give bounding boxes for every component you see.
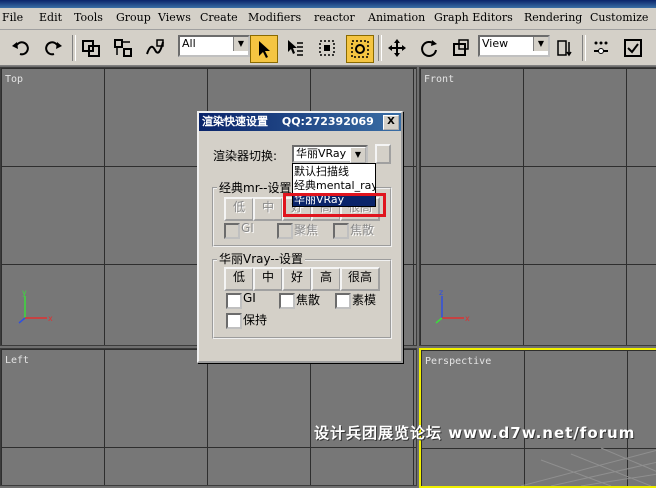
reference-coordinate-dropdown[interactable]: View ▼ xyxy=(478,35,550,57)
classic-gi-checkbox[interactable] xyxy=(224,223,240,239)
vray-clay-checkbox[interactable] xyxy=(335,293,351,309)
viewport-label[interactable]: Perspective xyxy=(425,356,491,367)
toolbar-separator xyxy=(72,35,76,61)
svg-text:y: y xyxy=(22,288,27,297)
main-toolbar: All ▼ View ▼ xyxy=(0,30,656,66)
dropdown-option-scanline[interactable]: 默认扫描线 xyxy=(293,165,375,178)
classic-quality-medium-button[interactable]: 中 xyxy=(253,197,283,221)
renderer-switch-label: 渲染器切换: xyxy=(213,149,278,163)
menu-tools[interactable]: Tools xyxy=(74,11,103,24)
vray-quality-high-button[interactable]: 高 xyxy=(311,267,341,291)
menu-animation[interactable]: Animation xyxy=(368,11,425,24)
selection-filter-dropdown[interactable]: All ▼ xyxy=(178,35,250,57)
menu-customize[interactable]: Customize xyxy=(590,11,648,24)
select-object-icon[interactable] xyxy=(250,35,278,63)
toolbar-separator xyxy=(582,35,586,61)
axis-tripod-icon: z x xyxy=(435,288,470,324)
viewport-label[interactable]: Left xyxy=(5,355,29,366)
menu-bar: File Edit Tools Group Views Create Modif… xyxy=(0,8,656,30)
move-icon[interactable] xyxy=(384,35,410,61)
vray-clay-label: 素模 xyxy=(352,293,377,307)
menu-create[interactable]: Create xyxy=(200,11,238,24)
vray-keep-label: 保持 xyxy=(243,313,268,327)
dialog-title-bar[interactable]: 渲染快速设置 QQ:272392069 xyxy=(199,113,401,131)
unlink-selection-icon[interactable] xyxy=(110,35,136,61)
highlight-annotation-box xyxy=(283,193,386,217)
perspective-grid xyxy=(521,447,656,486)
vray-keep-checkbox[interactable] xyxy=(226,313,242,329)
classic-focus-checkbox[interactable] xyxy=(277,223,293,239)
viewport-label[interactable]: Front xyxy=(424,74,454,85)
classic-caustics-label: 焦散 xyxy=(350,223,375,237)
menu-reactor[interactable]: reactor xyxy=(314,11,355,24)
rotate-icon[interactable] xyxy=(416,35,442,61)
svg-text:x: x xyxy=(48,314,53,323)
vray-gi-checkbox[interactable] xyxy=(226,293,242,309)
scale-icon[interactable] xyxy=(448,35,474,61)
menu-modifiers[interactable]: Modifiers xyxy=(248,11,301,24)
undo-icon[interactable] xyxy=(8,35,34,61)
classic-focus-label: 聚焦 xyxy=(294,223,319,237)
keyboard-shortcut-override-icon[interactable] xyxy=(620,35,646,61)
viewport-perspective[interactable]: Perspective xyxy=(419,348,656,488)
svg-text:z: z xyxy=(439,288,443,297)
vray-quality-medium-button[interactable]: 中 xyxy=(253,267,283,291)
axis-tripod-icon: y x xyxy=(18,288,53,324)
apply-renderer-button[interactable] xyxy=(375,144,391,164)
renderer-select-value: 华丽VRay xyxy=(296,147,347,160)
menu-views[interactable]: Views xyxy=(158,11,191,24)
pivot-center-icon[interactable] xyxy=(552,35,578,61)
menu-group[interactable]: Group xyxy=(116,11,151,24)
classic-quality-low-button[interactable]: 低 xyxy=(224,197,254,221)
classic-caustics-checkbox[interactable] xyxy=(333,223,349,239)
viewport-left[interactable]: Left xyxy=(0,348,417,486)
menu-rendering[interactable]: Rendering xyxy=(524,11,582,24)
toolbar-separator xyxy=(378,35,382,61)
vray-quality-veryhigh-button[interactable]: 很高 xyxy=(340,267,380,291)
chevron-down-icon: ▼ xyxy=(233,37,248,51)
select-by-name-icon[interactable] xyxy=(282,35,308,61)
redo-icon[interactable] xyxy=(40,35,66,61)
menu-file[interactable]: File xyxy=(2,11,23,24)
vray-caustics-checkbox[interactable] xyxy=(279,293,295,309)
select-and-link-icon[interactable] xyxy=(78,35,104,61)
viewport-front[interactable]: Front z x xyxy=(419,67,656,346)
ref-coord-value: View xyxy=(482,37,509,50)
viewport-label[interactable]: Top xyxy=(5,74,23,85)
vray-quality-low-button[interactable]: 低 xyxy=(224,267,254,291)
vray-caustics-label: 焦散 xyxy=(296,293,321,307)
window-crossing-icon[interactable] xyxy=(346,35,374,63)
chevron-down-icon: ▼ xyxy=(350,147,366,163)
vray-quality-good-button[interactable]: 好 xyxy=(282,267,312,291)
close-button[interactable]: X xyxy=(383,115,399,130)
app-title-bar xyxy=(0,0,656,8)
selection-filter-value: All xyxy=(182,37,196,50)
svg-text:x: x xyxy=(465,314,470,323)
bind-to-space-warp-icon[interactable] xyxy=(142,35,168,61)
render-quick-settings-dialog: 渲染快速设置 QQ:272392069 X 渲染器切换: 华丽VRay ▼ 经典… xyxy=(197,111,403,363)
vray-group-title: 华丽Vray--设置 xyxy=(217,250,306,267)
dropdown-option-mentalray[interactable]: 经典mental_ray xyxy=(293,179,375,192)
chevron-down-icon: ▼ xyxy=(533,37,548,51)
menu-edit[interactable]: Edit xyxy=(39,11,62,24)
rectangular-selection-icon[interactable] xyxy=(314,35,340,61)
renderer-select[interactable]: 华丽VRay ▼ xyxy=(292,145,368,163)
select-manipulate-icon[interactable] xyxy=(588,35,614,61)
vray-gi-label: GI xyxy=(243,291,256,305)
watermark-text: 设计兵团展览论坛 www.d7w.net/forum xyxy=(314,424,636,442)
dialog-title: 渲染快速设置 xyxy=(202,115,268,128)
classic-gi-label: GI xyxy=(241,221,254,235)
menu-graph-editors[interactable]: Graph Editors xyxy=(434,11,513,24)
dialog-qq-text: QQ:272392069 xyxy=(281,115,374,128)
